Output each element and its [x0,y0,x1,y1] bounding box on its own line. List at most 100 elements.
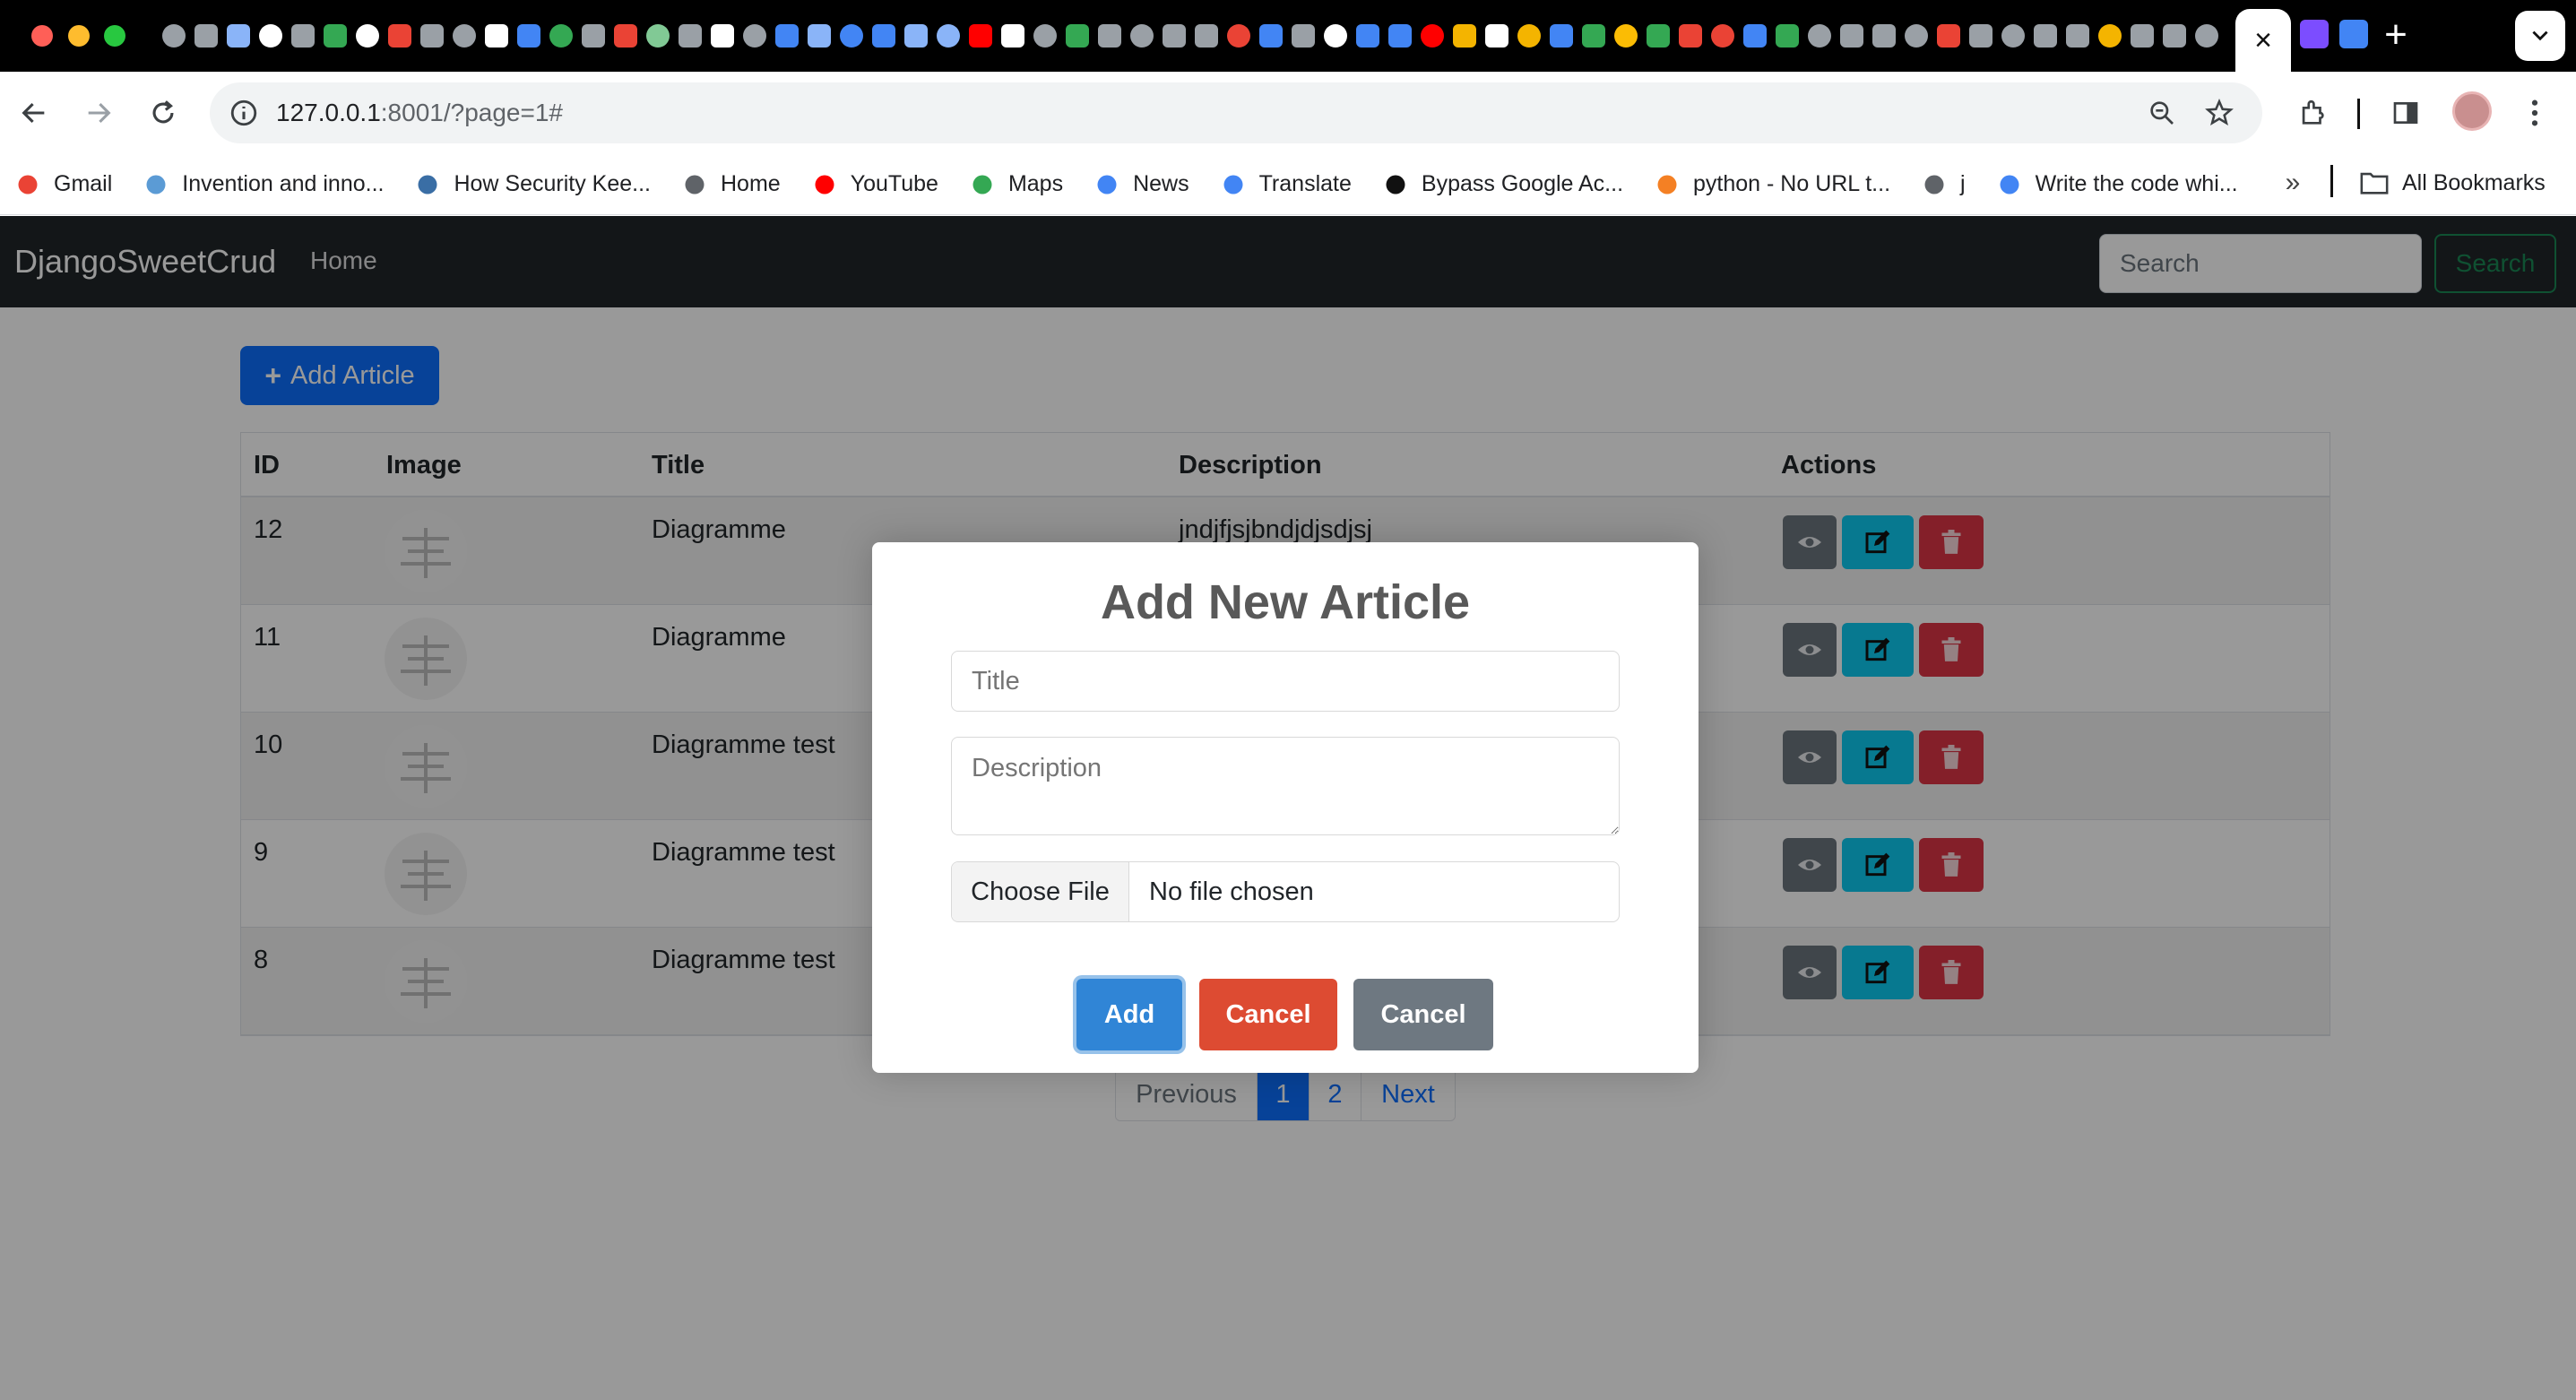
pinned-tab[interactable] [1932,20,1965,52]
pinned-tab[interactable] [1319,20,1352,52]
new-tab-button[interactable]: + [2373,13,2418,57]
bookmark-star-icon[interactable] [2201,95,2237,131]
pinned-tab[interactable] [1126,20,1158,52]
pinned-tab[interactable] [577,20,609,52]
tab-search-button[interactable] [2515,11,2565,61]
pinned-tab[interactable] [416,20,448,52]
pinned-tab[interactable] [1287,20,1319,52]
bookmark-item[interactable]: Gmail [14,163,112,206]
pinned-tab[interactable] [1868,20,1900,52]
article-description-textarea[interactable] [951,737,1620,835]
bookmark-item[interactable]: Maps [969,163,1063,206]
pinned-tab[interactable] [222,20,255,52]
pinned-tab[interactable] [1771,20,1803,52]
pinned-tab[interactable] [674,20,706,52]
all-bookmarks-button[interactable]: All Bookmarks [2359,161,2546,204]
pinned-tab[interactable] [1190,20,1223,52]
pinned-tab[interactable] [1255,20,1287,52]
profile-avatar[interactable] [2452,91,2492,131]
pinned-tab[interactable] [900,20,932,52]
window-maximize-button[interactable] [104,25,125,47]
pinned-tab[interactable] [1900,20,1932,52]
pinned-tab[interactable] [1836,20,1868,52]
window-minimize-button[interactable] [68,25,90,47]
pinned-tab[interactable] [1642,20,1674,52]
pinned-tab[interactable] [2062,20,2094,52]
pinned-tab[interactable] [1674,20,1707,52]
tab-favicon-icon[interactable] [2339,20,2368,48]
pinned-tab[interactable] [545,20,577,52]
bookmark-item[interactable]: YouTube [811,163,938,206]
forward-button[interactable] [75,90,122,136]
bookmark-item[interactable]: j [1921,163,1966,206]
pinned-tab[interactable] [706,20,739,52]
pinned-tab[interactable] [739,20,771,52]
bookmark-item[interactable]: Translate [1220,163,1352,206]
pinned-tab[interactable] [771,20,803,52]
tab-close-icon[interactable]: × [2254,23,2272,58]
bookmark-item[interactable]: Write the code whi... [1996,163,2238,206]
article-title-input[interactable] [951,651,1620,712]
pinned-tab[interactable] [964,20,997,52]
bookmark-item[interactable]: Invention and inno... [143,163,384,206]
pinned-tab[interactable] [1094,20,1126,52]
pinned-tab[interactable] [2158,20,2191,52]
browser-menu-icon[interactable] [2511,90,2558,136]
bookmark-item[interactable]: How Security Kee... [414,163,651,206]
url-text[interactable]: 127.0.0.1:8001/?page=1# [276,97,563,129]
bookmark-item[interactable]: Home [681,163,781,206]
pinned-tab[interactable] [803,20,835,52]
pinned-tab[interactable] [1545,20,1578,52]
reload-button[interactable] [140,90,186,136]
modal-cancel-button-secondary[interactable]: Cancel [1353,979,1493,1050]
pinned-tab[interactable] [319,20,351,52]
pinned-tab[interactable] [642,20,674,52]
pinned-tab[interactable] [1803,20,1836,52]
modal-cancel-button[interactable]: Cancel [1199,979,1337,1050]
pinned-tab[interactable] [448,20,480,52]
pinned-tab[interactable] [1739,20,1771,52]
pinned-tab[interactable] [1707,20,1739,52]
pinned-tab[interactable] [835,20,868,52]
address-bar[interactable]: 127.0.0.1:8001/?page=1# [210,82,2262,143]
pinned-tab[interactable] [2029,20,2062,52]
bookmark-item[interactable]: News [1094,163,1189,206]
pinned-tab[interactable] [513,20,545,52]
back-button[interactable] [11,90,57,136]
pinned-tab[interactable] [1223,20,1255,52]
pinned-tab[interactable] [868,20,900,52]
choose-file-button[interactable]: Choose File [952,862,1129,921]
site-info-icon[interactable] [226,95,262,131]
active-tab[interactable]: × [2235,9,2291,72]
pinned-tab[interactable] [1965,20,1997,52]
pinned-tab[interactable] [1513,20,1545,52]
pinned-tab[interactable] [1158,20,1190,52]
article-image-file-input[interactable]: Choose File No file chosen [951,861,1620,922]
pinned-tab[interactable] [480,20,513,52]
pinned-tab[interactable] [190,20,222,52]
pinned-tab[interactable] [2191,20,2223,52]
modal-backdrop[interactable]: Add New Article Choose File No file chos… [0,216,2576,1400]
pinned-tab[interactable] [287,20,319,52]
pinned-tab[interactable] [1610,20,1642,52]
pinned-tab[interactable] [2094,20,2126,52]
pinned-tab[interactable] [2126,20,2158,52]
pinned-tab[interactable] [351,20,384,52]
pinned-tab[interactable] [1061,20,1094,52]
modal-add-button[interactable]: Add [1076,979,1182,1050]
pinned-tab[interactable] [1384,20,1416,52]
window-close-button[interactable] [31,25,53,47]
bookmarks-overflow-button[interactable]: » [2275,161,2311,204]
side-panel-icon[interactable] [2382,90,2429,136]
pinned-tab[interactable] [384,20,416,52]
pinned-tab[interactable] [158,20,190,52]
pinned-tab[interactable] [1416,20,1448,52]
extensions-icon[interactable] [2289,90,2336,136]
bookmark-item[interactable]: Bypass Google Ac... [1382,163,1623,206]
pinned-tab[interactable] [1578,20,1610,52]
pinned-tab[interactable] [255,20,287,52]
pinned-tab[interactable] [1352,20,1384,52]
pinned-tab[interactable] [1448,20,1481,52]
pinned-tab[interactable] [932,20,964,52]
bookmark-item[interactable]: python - No URL t... [1654,163,1890,206]
